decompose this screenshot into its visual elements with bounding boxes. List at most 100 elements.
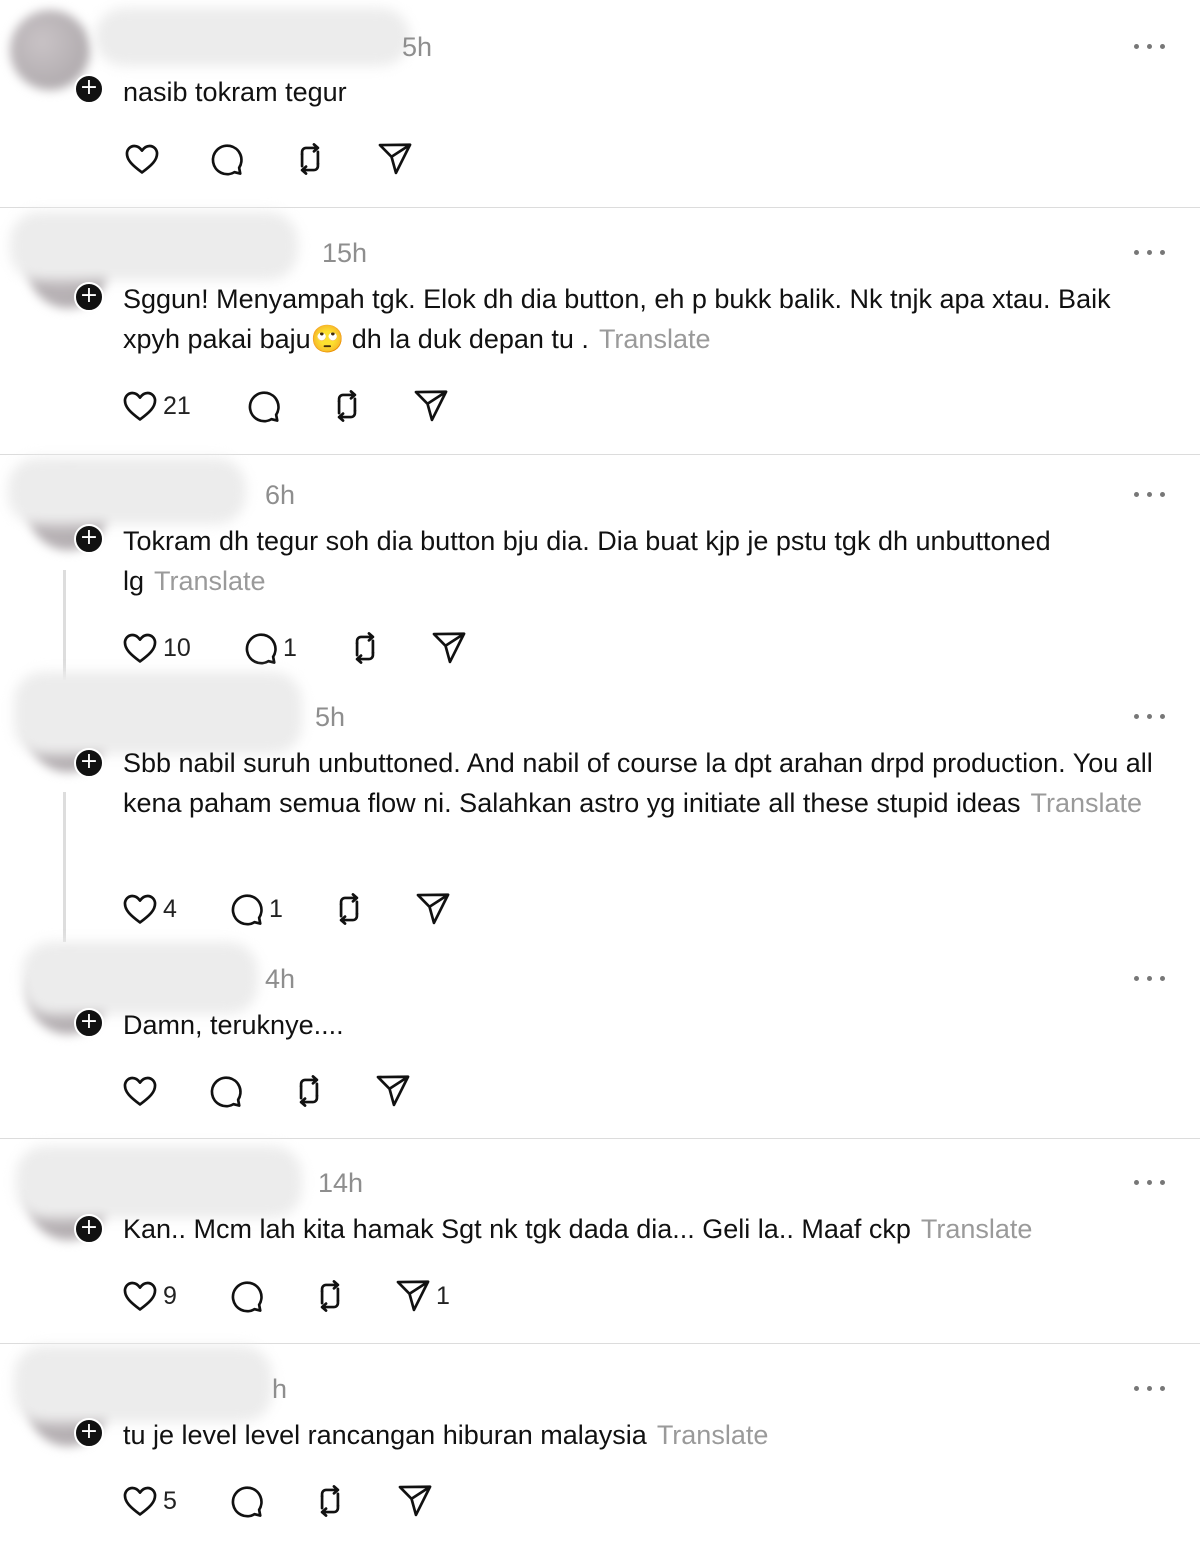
share-count: 1	[436, 1281, 450, 1310]
username-redacted	[22, 942, 258, 1014]
like-count: 5	[163, 1486, 177, 1515]
repost-icon	[291, 140, 329, 178]
like-button[interactable]: 9	[121, 1276, 177, 1316]
repost-button[interactable]	[290, 1071, 328, 1111]
heart-icon	[121, 1072, 159, 1110]
comment-icon	[206, 1072, 244, 1110]
plus-icon[interactable]: +	[74, 282, 104, 312]
more-icon[interactable]	[1132, 242, 1168, 262]
reply-button[interactable]: 1	[241, 628, 297, 668]
more-icon[interactable]	[1132, 484, 1168, 504]
more-icon[interactable]	[1132, 36, 1168, 56]
send-icon	[412, 387, 450, 425]
post-divider	[0, 207, 1200, 208]
thread-line	[63, 570, 66, 680]
reply-button[interactable]	[207, 139, 245, 179]
send-icon	[394, 1277, 432, 1315]
repost-button[interactable]	[330, 889, 368, 929]
plus-icon[interactable]: +	[74, 74, 104, 104]
repost-button[interactable]	[328, 386, 366, 426]
more-icon[interactable]	[1132, 1378, 1168, 1398]
post-divider	[0, 1343, 1200, 1344]
more-icon[interactable]	[1132, 706, 1168, 726]
post-text: Sbb nabil suruh unbuttoned. And nabil of…	[123, 743, 1173, 823]
post-divider	[0, 1138, 1200, 1139]
post-divider	[0, 454, 1200, 455]
repost-button[interactable]	[311, 1481, 349, 1521]
username-redacted	[14, 1346, 272, 1422]
plus-icon[interactable]: +	[74, 1214, 104, 1244]
heart-icon	[121, 890, 159, 928]
repost-icon	[311, 1277, 349, 1315]
repost-button[interactable]	[311, 1276, 349, 1316]
post-body: tu je level level rancangan hiburan mala…	[123, 1420, 647, 1450]
share-button[interactable]	[376, 139, 414, 179]
repost-button[interactable]	[291, 139, 329, 179]
plus-icon[interactable]: +	[74, 524, 104, 554]
post-text: Sggun! Menyampah tgk. Elok dh dia button…	[123, 279, 1173, 359]
comment-icon	[241, 629, 279, 667]
plus-icon[interactable]: +	[74, 1418, 104, 1448]
translate-link[interactable]: Translate	[154, 566, 266, 596]
share-button[interactable]	[374, 1071, 412, 1111]
username-redacted	[16, 1146, 302, 1218]
share-button[interactable]	[414, 889, 452, 929]
post-timestamp: 6h	[265, 480, 296, 510]
reply-button[interactable]	[227, 1276, 265, 1316]
username-redacted	[14, 672, 302, 754]
send-icon	[430, 629, 468, 667]
post-text: Damn, teruknye....	[123, 1005, 1173, 1045]
thread-line	[63, 792, 66, 942]
reply-count: 1	[269, 894, 283, 923]
send-icon	[374, 1072, 412, 1110]
translate-link[interactable]: Translate	[599, 324, 711, 354]
heart-icon	[123, 140, 161, 178]
plus-icon[interactable]: +	[74, 1008, 104, 1038]
send-icon	[376, 140, 414, 178]
repost-icon	[311, 1482, 349, 1520]
post-text: nasib tokram tegur	[123, 72, 1173, 112]
send-icon	[396, 1482, 434, 1520]
comment-icon	[207, 140, 245, 178]
like-button[interactable]: 4	[121, 889, 177, 929]
post-timestamp: 5h	[402, 32, 433, 62]
reply-button[interactable]	[206, 1071, 244, 1111]
like-button[interactable]: 21	[121, 386, 191, 426]
post-text: tu je level level rancangan hiburan mala…	[123, 1415, 1173, 1455]
plus-icon[interactable]: +	[74, 748, 104, 778]
reply-button[interactable]	[227, 1481, 265, 1521]
share-button[interactable]	[412, 386, 450, 426]
send-icon	[414, 890, 452, 928]
heart-icon	[121, 629, 159, 667]
username-redacted	[95, 8, 410, 66]
username-redacted	[8, 458, 246, 524]
repost-icon	[346, 629, 384, 667]
post-timestamp: h	[272, 1374, 288, 1404]
reply-button[interactable]: 1	[227, 889, 283, 929]
like-button[interactable]	[121, 1071, 159, 1111]
post-body: Kan.. Mcm lah kita hamak Sgt nk tgk dada…	[123, 1214, 911, 1244]
translate-link[interactable]: Translate	[657, 1420, 769, 1450]
repost-button[interactable]	[346, 628, 384, 668]
like-button[interactable]: 5	[121, 1481, 177, 1521]
like-button[interactable]: 10	[121, 628, 191, 668]
share-button[interactable]	[396, 1481, 434, 1521]
share-button[interactable]	[430, 628, 468, 668]
translate-link[interactable]: Translate	[1031, 788, 1143, 818]
repost-icon	[330, 890, 368, 928]
comment-icon	[227, 1277, 265, 1315]
comment-icon	[227, 890, 265, 928]
heart-icon	[121, 1482, 159, 1520]
like-button[interactable]	[123, 139, 161, 179]
post-text: Kan.. Mcm lah kita hamak Sgt nk tgk dada…	[123, 1209, 1173, 1249]
post-timestamp: 15h	[322, 238, 368, 268]
like-count: 4	[163, 894, 177, 923]
translate-link[interactable]: Translate	[921, 1214, 1033, 1244]
share-button[interactable]: 1	[394, 1276, 450, 1316]
comment-icon	[244, 387, 282, 425]
more-icon[interactable]	[1132, 1172, 1168, 1192]
post-body: Damn, teruknye....	[123, 1010, 344, 1040]
more-icon[interactable]	[1132, 968, 1168, 988]
reply-button[interactable]	[244, 386, 282, 426]
repost-icon	[328, 387, 366, 425]
